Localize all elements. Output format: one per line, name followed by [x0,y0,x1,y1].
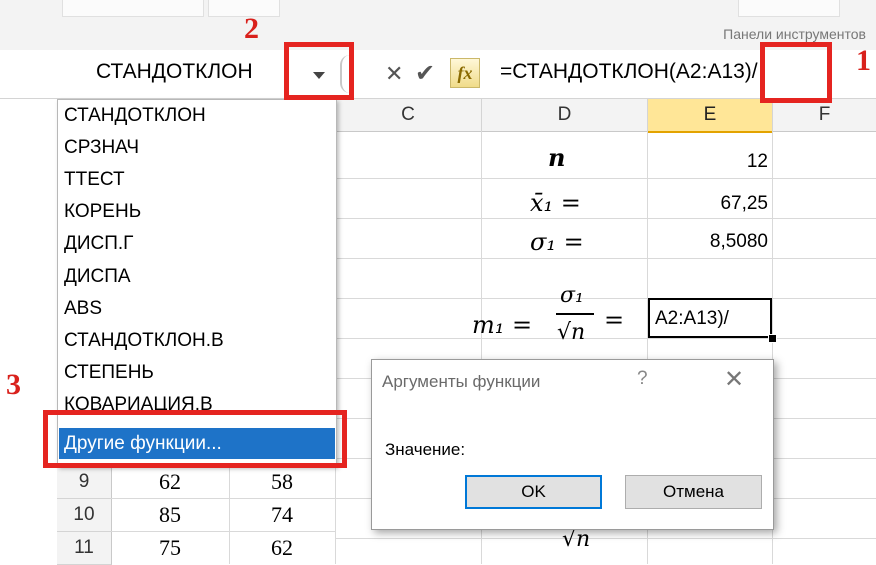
column-header-c[interactable]: C [335,99,482,132]
sigma-label: σ₁ = [530,228,584,256]
column-header-d[interactable]: D [482,99,648,132]
cell-a11[interactable]: 75 [112,535,228,561]
function-arguments-dialog: Аргументы функции ? ✕ Значение: OK Отмен… [371,359,774,530]
highlight-box-formula-end [760,42,832,103]
dropdown-item[interactable]: ABS [64,298,102,320]
row-header-11[interactable]: 11 [57,532,112,565]
mean-label: x̄₁ = [530,189,581,217]
m-formula-lhs: m₁ = [472,311,533,339]
highlight-box-name-box-arrow [284,42,354,100]
dropdown-item[interactable]: ДИСПА [64,266,131,288]
second-formula-denominator: √n [562,527,591,552]
dialog-title: Аргументы функции [382,372,541,391]
ribbon-group-box [738,0,840,17]
grid-line [111,531,335,532]
cell-a9[interactable]: 62 [112,469,228,495]
cell-e-n[interactable]: 12 [650,151,768,173]
cancel-button[interactable]: Отмена [625,475,762,509]
grid-line [335,258,876,259]
callout-2: 2 [244,12,259,45]
row-header-10[interactable]: 10 [57,499,112,532]
cell-b10[interactable]: 74 [230,502,334,528]
m-formula-equals: = [604,306,625,334]
grid-line [335,218,876,219]
grid-line [335,178,876,179]
cell-a10[interactable]: 85 [112,502,228,528]
cell-e-mean[interactable]: 67,25 [650,193,768,215]
grid-line [111,498,335,499]
active-cell-e[interactable]: A2:A13)/ [648,298,772,338]
m-formula-numerator: σ₁ [560,283,584,308]
dropdown-item[interactable]: КОРЕНЬ [64,201,141,223]
callout-3: 3 [6,368,21,401]
callout-1: 1 [856,44,871,77]
n-label: n [548,143,566,172]
dropdown-item[interactable]: ДИСП.Г [64,233,133,255]
value-label: Значение: [385,440,466,459]
ribbon: Панели инструментов [0,0,876,51]
help-icon[interactable]: ? [637,368,648,390]
cell-e-sigma[interactable]: 8,5080 [650,231,768,253]
grid-line [335,538,876,539]
fraction-bar [556,313,594,315]
cell-b9[interactable]: 58 [230,469,334,495]
close-icon[interactable]: ✕ [385,61,403,87]
close-icon[interactable]: ✕ [724,365,744,394]
fill-handle[interactable] [768,334,777,343]
grid-line [335,466,336,564]
ribbon-group-box [62,0,204,17]
column-header-e[interactable]: E [648,99,773,133]
name-box[interactable]: СТАНДОТКЛОН [96,60,253,84]
dropdown-item[interactable]: ТТЕСТ [64,169,125,191]
column-header-f[interactable]: F [773,99,876,132]
row-header-9[interactable]: 9 [57,466,112,499]
grid-line [335,338,876,339]
ok-button[interactable]: OK [465,475,602,509]
dropdown-item[interactable]: СТАНДОТКЛОН.В [64,330,224,352]
dropdown-item[interactable]: СТЕПЕНЬ [64,362,154,384]
highlight-box-more-functions [43,410,347,468]
cell-b11[interactable]: 62 [230,535,334,561]
dropdown-item[interactable]: СРЗНАЧ [64,137,139,159]
formula-input[interactable]: =СТАНДОТКЛОН(A2:A13)/ [500,60,758,84]
m-formula-denominator: √n [557,320,586,345]
check-icon[interactable]: ✔ [415,59,435,88]
insert-function-icon[interactable]: fx [450,58,480,88]
dropdown-item[interactable]: СТАНДОТКЛОН [64,105,206,127]
grid-line [335,298,876,299]
ribbon-group-label: Панели инструментов [723,26,866,42]
